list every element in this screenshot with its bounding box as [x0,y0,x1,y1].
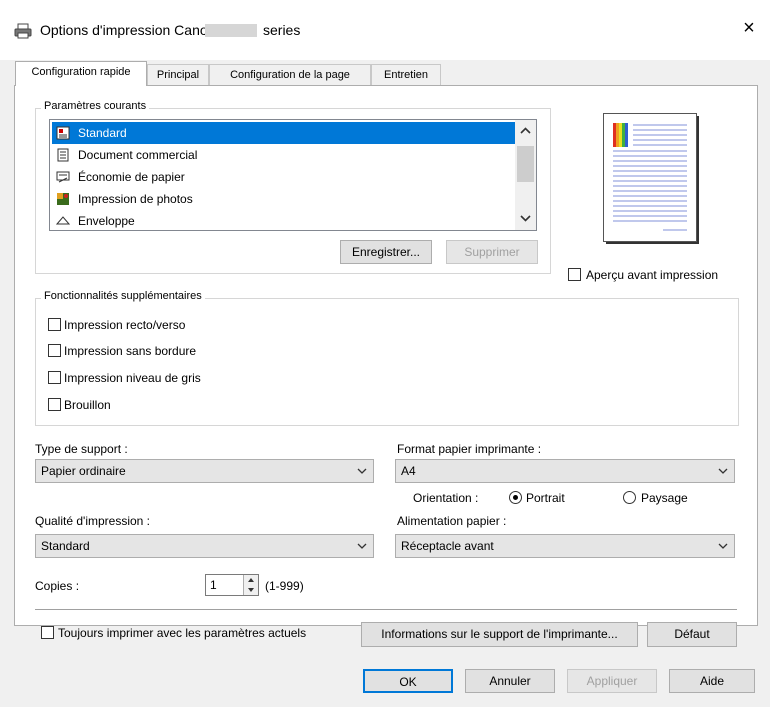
tab-page-setup[interactable]: Configuration de la page [209,64,371,85]
list-item[interactable]: Enveloppe [52,210,518,230]
window-title-series: series [263,22,301,38]
portrait-radio[interactable] [509,491,522,504]
chevron-down-icon [718,543,728,549]
paper-source-label: Alimentation papier : [397,514,507,528]
paper-size-label: Format papier imprimante : [397,442,542,456]
close-icon[interactable]: × [738,17,760,39]
paper-source-select[interactable]: Réceptacle avant [395,534,735,558]
print-quality-select[interactable]: Standard [35,534,374,558]
grayscale-checkbox[interactable] [48,371,61,384]
print-preview-image [603,113,699,244]
borderless-label: Impression sans bordure [64,344,197,358]
print-preview-checkbox[interactable] [568,268,581,281]
media-info-button[interactable]: Informations sur le support de l'imprima… [361,622,638,647]
tab-maintenance[interactable]: Entretien [371,64,441,85]
spin-down-icon[interactable] [247,587,255,593]
borderless-checkbox[interactable] [48,344,61,357]
landscape-radio[interactable] [623,491,636,504]
envelope-icon [56,216,70,225]
scroll-up-icon[interactable] [520,127,531,135]
chevron-down-icon [357,468,367,474]
ok-button[interactable]: OK [363,669,453,693]
tab-strip: Configuration rapide Principal Configura… [15,61,455,86]
save-settings-button[interactable]: Enregistrer... [340,240,432,264]
extra-features-label: Fonctionnalités supplémentaires [41,290,205,302]
defaults-button[interactable]: Défaut [647,622,737,647]
redacted-model-name [205,24,257,37]
printer-icon [14,23,32,39]
scroll-thumb[interactable] [517,146,534,182]
list-item[interactable]: Impression de photos [52,188,518,210]
paper-saving-icon [56,171,70,183]
always-print-label: Toujours imprimer avec les paramètres ac… [58,626,307,640]
divider [35,609,737,610]
delete-settings-button[interactable]: Supprimer [446,240,538,264]
copies-spinner[interactable] [243,575,258,595]
orientation-label: Orientation : [413,491,479,505]
spin-up-icon[interactable] [247,577,255,583]
window-title: Options d'impression Canon [40,22,216,38]
photo-print-icon [57,193,69,205]
scroll-down-icon[interactable] [520,214,531,222]
chevron-down-icon [357,543,367,549]
copies-label: Copies : [35,579,80,593]
apply-button[interactable]: Appliquer [567,669,657,693]
copies-range: (1-999) [265,579,304,593]
list-item[interactable]: Économie de papier [52,166,518,188]
draft-label: Brouillon [64,398,111,412]
listbox-scrollbar[interactable] [515,120,536,230]
always-print-checkbox[interactable] [41,626,54,639]
draft-checkbox[interactable] [48,398,61,411]
landscape-label: Paysage [641,491,688,505]
cancel-button[interactable]: Annuler [465,669,555,693]
standard-doc-icon [56,126,70,140]
paper-size-select[interactable]: A4 [395,459,735,483]
portrait-label: Portrait [526,491,565,505]
media-type-select[interactable]: Papier ordinaire [35,459,374,483]
duplex-label: Impression recto/verso [64,318,186,332]
current-settings-listbox[interactable]: Standard Document commercial Économie de… [49,119,537,231]
tab-quick-setup[interactable]: Configuration rapide [15,61,147,86]
copies-input[interactable]: 1 [205,574,259,596]
duplex-checkbox[interactable] [48,318,61,331]
print-quality-label: Qualité d'impression : [35,514,151,528]
help-button[interactable]: Aide [669,669,755,693]
chevron-down-icon [718,468,728,474]
grayscale-label: Impression niveau de gris [64,371,201,385]
list-item[interactable]: Standard [52,122,518,144]
media-type-label: Type de support : [35,442,128,456]
print-preview-label: Aperçu avant impression [586,268,719,282]
business-document-icon [57,148,69,162]
current-settings-label: Paramètres courants [41,100,150,112]
tab-main[interactable]: Principal [147,64,209,85]
list-item[interactable]: Document commercial [52,144,518,166]
